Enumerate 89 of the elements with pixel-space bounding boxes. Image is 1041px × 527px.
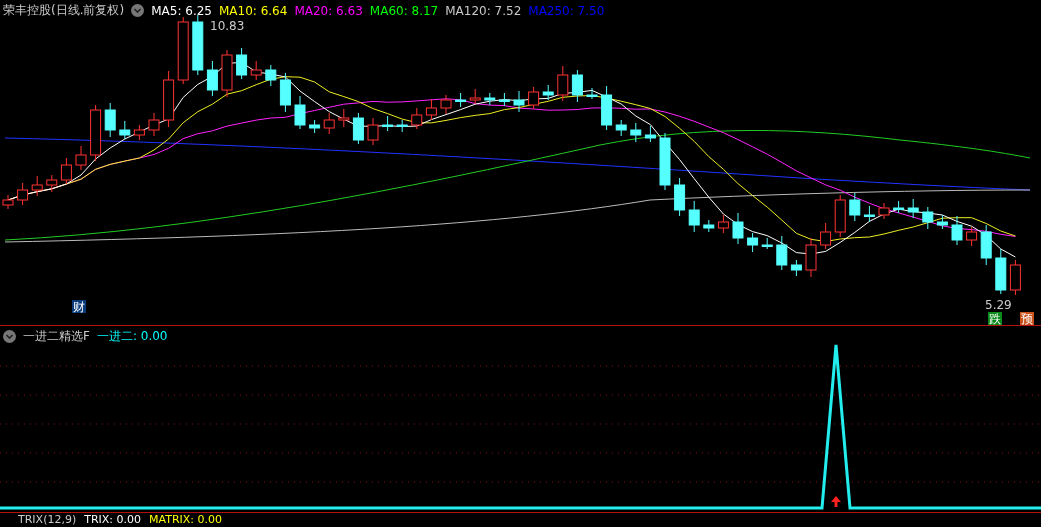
candlestick: [338, 108, 350, 128]
candlestick: [323, 112, 335, 135]
low-price-label: 5.29: [985, 298, 1012, 312]
moving-average-value: MA10: 6.64: [218, 3, 288, 18]
candlestick: [893, 200, 905, 214]
candlestick: [936, 214, 948, 230]
candlestick: [17, 182, 29, 206]
chart-badge[interactable]: 跌: [988, 312, 1002, 325]
dropdown-icon[interactable]: [131, 4, 145, 17]
trix-title: TRIX(12,9): [18, 513, 77, 526]
candlestick: [236, 47, 248, 80]
candlestick: [396, 119, 408, 133]
candlestick: [279, 72, 291, 113]
candlestick: [1009, 259, 1021, 296]
candlestick: [747, 232, 759, 253]
candlestick: [294, 95, 306, 130]
candlestick: [820, 222, 832, 250]
candlestick: [571, 69, 583, 103]
candlestick: [601, 85, 613, 131]
candlestick: [206, 60, 218, 97]
candlestick: [60, 157, 72, 185]
candlestick: [75, 145, 87, 171]
candlestick: [469, 88, 481, 105]
candlestick: [31, 175, 43, 197]
trix-value: MATRIX: 0.00: [149, 513, 223, 526]
candlestick: [498, 92, 510, 107]
candlestick: [163, 70, 175, 128]
candlestick: [455, 92, 467, 108]
candlestick: [542, 84, 554, 101]
candlestick: [148, 112, 160, 137]
candlestick: [382, 115, 394, 132]
candlestick: [644, 125, 656, 143]
candlestick: [761, 237, 773, 250]
candlestick: [615, 119, 627, 137]
candlestick: [922, 206, 934, 230]
chart-badge[interactable]: 预: [1020, 312, 1034, 325]
candlestick: [717, 214, 729, 234]
candlestick: [133, 124, 145, 141]
candlestick: [192, 14, 204, 76]
moving-average-value: MA5: 6.25: [151, 3, 212, 18]
candlestick: [688, 200, 700, 233]
chart-badge[interactable]: 财: [72, 300, 86, 314]
candlestick: [265, 64, 277, 87]
candlestick: [250, 60, 262, 81]
candlestick: [674, 177, 686, 217]
moving-average-value: MA250: 7.50: [528, 3, 605, 18]
candlestick: [484, 92, 496, 106]
candlestick: [659, 132, 671, 191]
candlestick: [528, 86, 540, 110]
moving-average-value: MA120: 7.52: [445, 3, 522, 18]
candlestick: [119, 120, 131, 140]
candlestick: [221, 49, 233, 98]
moving-average-value: MA20: 6.63: [294, 3, 363, 18]
dropdown-icon[interactable]: [3, 330, 16, 343]
candlestick: [425, 98, 437, 121]
candlestick: [557, 65, 569, 102]
high-price-label: 10.83: [210, 19, 245, 33]
candlestick: [863, 205, 875, 223]
stock-title: 荣丰控股(日线.前复权): [3, 2, 125, 19]
candlestick: [907, 198, 919, 219]
candlestick: [878, 202, 890, 220]
candlestick: [951, 215, 963, 246]
candlestick: [513, 90, 525, 113]
candlestick: [630, 122, 642, 143]
candlestick: [849, 192, 861, 222]
candlestick: [805, 237, 817, 278]
candlestick: [440, 94, 452, 115]
candlestick: [995, 248, 1007, 295]
candlestick: [790, 259, 802, 277]
moving-average-value: MA60: 8.17: [369, 3, 439, 18]
candlestick: [367, 117, 379, 146]
candlestick: [776, 235, 788, 271]
candlestick: [834, 194, 846, 238]
candlestick: [966, 226, 978, 247]
indicator-value: 一进二: 0.00: [96, 328, 168, 345]
candlestick: [411, 107, 423, 130]
up-arrow-icon: [831, 496, 841, 507]
candlestick: [586, 87, 598, 100]
candlestick: [104, 102, 116, 138]
candlestick: [177, 16, 189, 85]
candlestick: [352, 112, 364, 145]
trix-value: TRIX: 0.00: [84, 513, 142, 526]
candlestick: [703, 219, 715, 233]
indicator-title: 一进二精选F: [23, 328, 90, 345]
candlestick: [46, 174, 58, 193]
candlestick: [732, 212, 744, 245]
candlestick: [309, 119, 321, 134]
candlestick: [90, 104, 102, 162]
candlestick: [980, 224, 992, 266]
